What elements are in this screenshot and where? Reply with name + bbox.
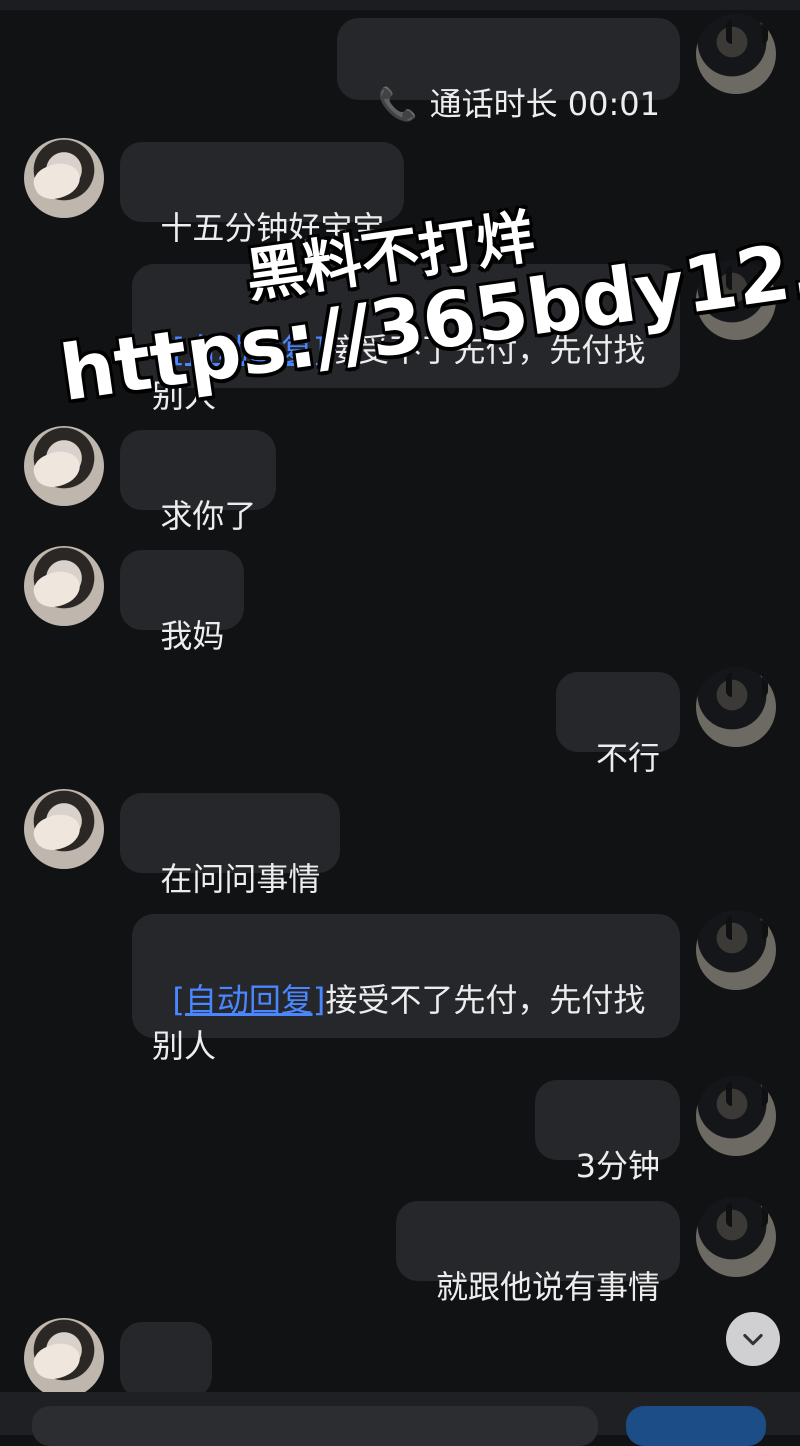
phone-icon: 📞 [377,85,418,123]
call-record-bubble[interactable]: 📞 通话时长 00:01 [337,18,680,123]
message-bubble[interactable]: 好 [120,1322,213,1427]
auto-reply-bubble[interactable]: [自动回复]接受不了先付，先付找别人 [132,264,680,415]
avatar-self[interactable] [696,260,776,340]
avatar-contact[interactable] [24,138,104,218]
message-bubble[interactable]: 求你了 [120,430,277,535]
avatar-self[interactable] [696,667,776,747]
message-bubble[interactable]: 十五分钟好宝宝 [120,142,405,247]
avatar-self[interactable] [696,1076,776,1156]
avatar-self[interactable] [696,910,776,990]
call-duration-text: 通话时长 00:01 [429,85,660,123]
status-strip [0,0,800,10]
message-text: 十五分钟好宝宝 [160,209,385,247]
message-bubble[interactable]: 在问问事情 [120,793,341,898]
message-text: 就跟他说有事情 [435,1268,660,1306]
message-text: 不行 [595,739,660,777]
chevron-down-icon [743,1333,763,1346]
avatar-self[interactable] [696,1197,776,1277]
auto-reply-tag[interactable]: [自动回复] [172,981,325,1019]
avatar-contact[interactable] [24,426,104,506]
avatar-contact[interactable] [24,546,104,626]
message-text: 我妈 [160,617,225,655]
message-bubble[interactable]: 不行 [555,672,680,777]
message-bubble[interactable]: 就跟他说有事情 [395,1201,680,1306]
send-button[interactable] [626,1406,766,1446]
scroll-to-bottom-button[interactable] [726,1312,780,1366]
message-input[interactable] [32,1406,598,1446]
auto-reply-tag[interactable]: [自动回复] [172,331,325,369]
message-text: 求你了 [160,497,257,535]
avatar-self[interactable] [696,14,776,94]
message-bubble[interactable]: 3分钟 [535,1080,680,1185]
avatar-contact[interactable] [24,789,104,869]
auto-reply-bubble[interactable]: [自动回复]接受不了先付，先付找 别人 [132,914,680,1065]
message-bubble[interactable]: 我妈 [120,550,245,655]
message-text: 3分钟 [575,1147,660,1185]
message-text: 在问问事情 [160,860,321,898]
avatar-contact[interactable] [24,1318,104,1398]
